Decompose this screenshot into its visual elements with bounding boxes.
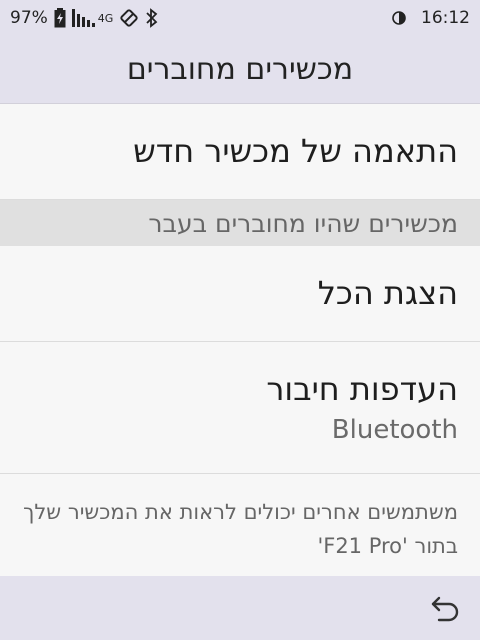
app-bar: מכשירים מחוברים [0, 36, 480, 104]
battery-percent: 97% [10, 8, 48, 28]
data-saver-icon [391, 10, 407, 26]
back-button[interactable] [428, 590, 464, 626]
pair-new-device-label: התאמה של מכשיר חדש [133, 132, 458, 171]
battery-icon [54, 8, 66, 28]
show-all-label: הצגת הכל [317, 274, 458, 313]
status-bar: 97% 4G 16:12 [0, 0, 480, 36]
status-right: 16:12 [391, 8, 470, 28]
navigation-bar [0, 576, 480, 640]
connection-preferences-subtitle: Bluetooth [331, 414, 458, 445]
connection-preferences-label: העדפות חיבור [266, 370, 458, 409]
page-title: מכשירים מחוברים [126, 52, 354, 87]
network-type: 4G [97, 11, 114, 25]
visibility-note: משתמשים אחרים יכולים לראות את המכשיר שלך… [23, 500, 458, 558]
signal-icon [71, 9, 96, 27]
back-icon [431, 596, 459, 622]
settings-list: התאמה של מכשיר חדש מכשירים שהיו מחוברים … [0, 104, 480, 578]
pair-new-device-item[interactable]: התאמה של מכשיר חדש [0, 104, 480, 200]
connection-preferences-item[interactable]: העדפות חיבור Bluetooth [0, 342, 480, 474]
show-all-item[interactable]: הצגת הכל [0, 246, 480, 342]
clock: 16:12 [421, 8, 470, 28]
status-left: 97% 4G [10, 8, 159, 28]
rotation-lock-icon [119, 8, 139, 28]
bluetooth-icon [145, 8, 159, 28]
previously-connected-header: מכשירים שהיו מחוברים בעבר [0, 200, 480, 246]
